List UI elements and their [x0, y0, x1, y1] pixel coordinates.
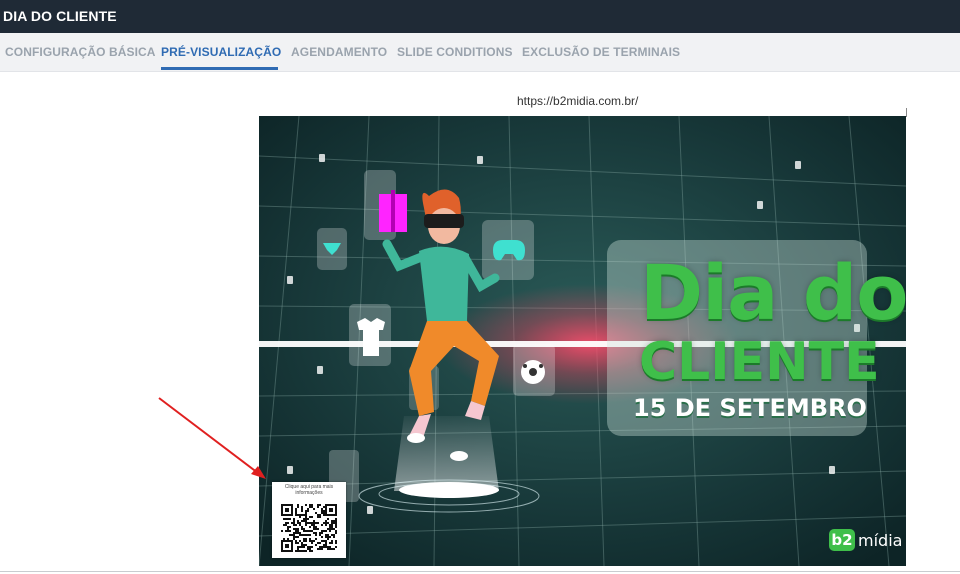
shirt-icon — [349, 304, 391, 366]
active-tab-indicator — [161, 67, 278, 70]
diamond-icon — [317, 228, 347, 270]
brand-logo: b2 mídia — [829, 526, 902, 554]
gamepad-icon — [482, 220, 534, 280]
banner-date: 15 DE SETEMBRO — [633, 394, 867, 422]
qr-code-widget[interactable]: Clique aqui para mais informações — [272, 482, 346, 558]
page-title: DIA DO CLIENTE — [3, 8, 117, 24]
footer-divider — [0, 571, 960, 572]
banner-title-line1: Dia do — [640, 248, 906, 337]
divider — [906, 108, 907, 117]
preview-url[interactable]: https://b2midia.com.br/ — [517, 94, 638, 108]
brand-badge: b2 — [829, 529, 855, 551]
qr-code-icon[interactable] — [281, 504, 337, 552]
tab-configuracao-basica[interactable]: CONFIGURAÇÃO BÁSICA — [5, 45, 156, 59]
tab-bar: CONFIGURAÇÃO BÁSICA PRÉ-VISUALIZAÇÃO AGE… — [0, 33, 960, 72]
qr-caption: Clique aqui para mais informações — [284, 484, 334, 496]
tab-agendamento[interactable]: AGENDAMENTO — [291, 45, 387, 59]
app-header: DIA DO CLIENTE — [0, 0, 960, 33]
tab-exclusao-de-terminais[interactable]: EXCLUSÃO DE TERMINAIS — [522, 45, 680, 59]
tab-slide-conditions[interactable]: SLIDE CONDITIONS — [397, 45, 513, 59]
soccer-ball-icon — [513, 344, 555, 396]
brand-word: mídia — [858, 530, 903, 550]
banner-title-line2: CLIENTE — [639, 332, 880, 392]
tab-pre-visualizacao[interactable]: PRÉ-VISUALIZAÇÃO — [161, 45, 281, 59]
banner-preview: Dia do CLIENTE 15 DE SETEMBRO b2 mídia — [259, 116, 906, 566]
